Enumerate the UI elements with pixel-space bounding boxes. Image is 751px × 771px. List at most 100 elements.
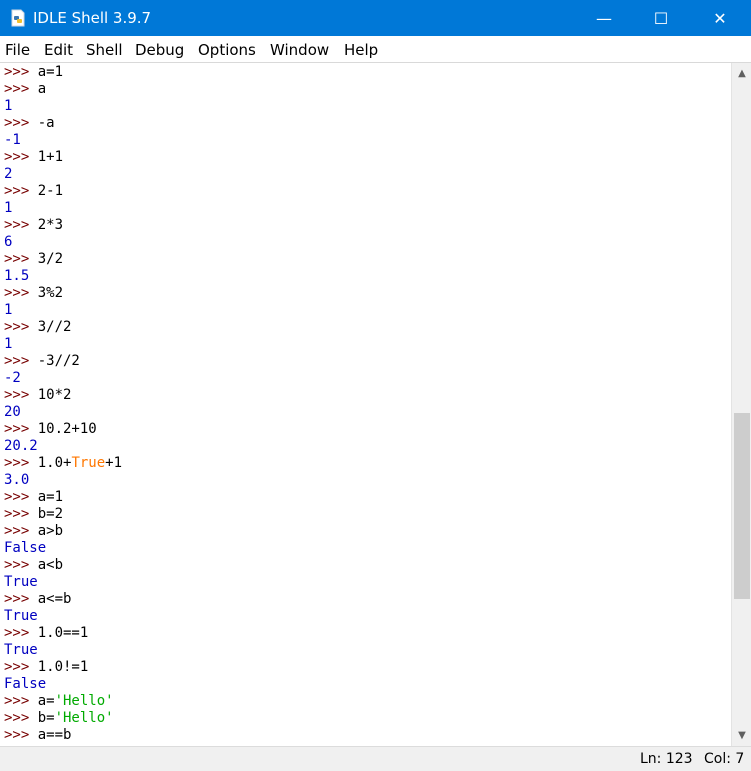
status-bar: Ln: 123 Col: 7 [0, 746, 751, 771]
shell-prompt: >>> [4, 421, 38, 437]
shell-input-line: >>> 3%2 [4, 285, 63, 302]
shell-input-line: >>> a [4, 81, 46, 98]
shell-output-line: -2 [4, 370, 21, 387]
menu-help[interactable]: Help [344, 41, 378, 59]
shell-output-text: 1.5 [4, 268, 30, 284]
shell-code-text: 2*3 [37, 217, 64, 233]
vertical-scrollbar[interactable]: ▲ ▼ [731, 63, 751, 746]
shell-output-line: True [4, 574, 38, 591]
shell-input-line: >>> a=1 [4, 489, 63, 506]
shell-output-line: 2 [4, 166, 12, 183]
status-column-number: Col: 7 [704, 751, 745, 767]
shell-code-text: a=1 [37, 489, 64, 505]
shell-code-text: a=1 [37, 64, 64, 80]
scroll-up-icon[interactable]: ▲ [732, 65, 751, 82]
minimize-button[interactable]: — [581, 0, 627, 36]
shell-input-line: >>> a<b [4, 557, 63, 574]
shell-output-line: False [4, 540, 46, 557]
shell-code-text: a= [37, 693, 55, 709]
shell-code-text: 3//2 [37, 319, 72, 335]
menu-window[interactable]: Window [270, 41, 329, 59]
shell-prompt: >>> [4, 489, 38, 505]
window-title: IDLE Shell 3.9.7 [33, 9, 152, 27]
menu-debug[interactable]: Debug [135, 41, 184, 59]
shell-input-line: >>> 2*3 [4, 217, 63, 234]
shell-code-text: 1+1 [37, 149, 64, 165]
minimize-icon: — [596, 8, 612, 28]
shell-output-text: 1 [4, 336, 13, 352]
title-bar: IDLE Shell 3.9.7 — ☐ ✕ [0, 0, 751, 36]
shell-code-text: a>b [37, 523, 64, 539]
shell-input-line: >>> 10*2 [4, 387, 71, 404]
shell-prompt: >>> [4, 319, 38, 335]
menu-shell[interactable]: Shell [86, 41, 123, 59]
shell-code-text: 1.0+ [37, 455, 72, 471]
shell-output-text: 1 [4, 200, 13, 216]
shell-prompt: >>> [4, 523, 38, 539]
shell-output-text: 1 [4, 98, 13, 114]
close-button[interactable]: ✕ [697, 0, 743, 36]
shell-output-line: True [4, 642, 38, 659]
shell-input-line: >>> a<=b [4, 591, 71, 608]
scroll-down-icon[interactable]: ▼ [732, 727, 751, 744]
shell-output-line: 1 [4, 302, 12, 319]
shell-input-line: >>> -a [4, 115, 55, 132]
menu-edit[interactable]: Edit [44, 41, 73, 59]
shell-prompt: >>> [4, 727, 38, 743]
shell-prompt: >>> [4, 149, 38, 165]
shell-prompt: >>> [4, 64, 38, 80]
shell-prompt: >>> [4, 217, 38, 233]
shell-prompt: >>> [4, 285, 38, 301]
shell-prompt: >>> [4, 183, 38, 199]
shell-input-line: >>> a='Hello' [4, 693, 114, 710]
shell-code-text: 1.0!=1 [37, 659, 89, 675]
shell-input-line: >>> a=1 [4, 64, 63, 81]
shell-output-text: 6 [4, 234, 13, 250]
shell-keyword: True [71, 455, 106, 471]
shell-input-line: >>> 1.0+True+1 [4, 455, 122, 472]
shell-output-text: 20.2 [4, 438, 38, 454]
shell-input-line: >>> 1+1 [4, 149, 63, 166]
shell-code-text: 3/2 [37, 251, 64, 267]
shell-code-text: 10.2+10 [37, 421, 97, 437]
shell-output-text: False [4, 540, 47, 556]
shell-output-text: 20 [4, 404, 21, 420]
shell-output-text: True [4, 608, 38, 624]
shell-code-text: a<b [37, 557, 64, 573]
maximize-button[interactable]: ☐ [638, 0, 684, 36]
shell-code-text: 10*2 [37, 387, 72, 403]
shell-code-text: b=2 [37, 506, 64, 522]
shell-prompt: >>> [4, 693, 38, 709]
shell-output-text: True [4, 574, 38, 590]
shell-text-area[interactable]: >>> a=1 >>> a 1 >>> -a -1 >>> 1+1 2 >>> 2-1 1 >>>… [0, 63, 730, 746]
shell-input-line: >>> a>b [4, 523, 63, 540]
shell-code-text: 3%2 [37, 285, 64, 301]
shell-code-text: a [37, 81, 47, 97]
shell-prompt: >>> [4, 591, 38, 607]
shell-output-line: -1 [4, 132, 21, 149]
maximize-icon: ☐ [653, 8, 669, 28]
shell-code-text: a<=b [37, 591, 72, 607]
shell-string: 'Hello' [54, 710, 114, 726]
shell-code-text: 2-1 [37, 183, 64, 199]
shell-input-line: >>> b='Hello' [4, 710, 114, 727]
shell-output-line: 1 [4, 98, 12, 115]
shell-prompt: >>> [4, 353, 38, 369]
shell-output-text: True [4, 642, 38, 658]
shell-input-line: >>> a==b [4, 727, 71, 744]
shell-output-text: False [4, 676, 47, 692]
shell-prompt: >>> [4, 659, 38, 675]
shell-input-line: >>> 1.0!=1 [4, 659, 88, 676]
shell-prompt: >>> [4, 455, 38, 471]
menu-options[interactable]: Options [198, 41, 256, 59]
scrollbar-thumb[interactable] [734, 413, 750, 599]
shell-prompt: >>> [4, 625, 38, 641]
shell-output-text: -1 [4, 132, 21, 148]
shell-input-line: >>> b=2 [4, 506, 63, 523]
shell-string: 'Hello' [54, 693, 114, 709]
shell-input-line: >>> -3//2 [4, 353, 80, 370]
close-icon: ✕ [713, 8, 727, 28]
menu-file[interactable]: File [5, 41, 30, 59]
shell-prompt: >>> [4, 506, 38, 522]
shell-code-text: -3//2 [37, 353, 80, 369]
